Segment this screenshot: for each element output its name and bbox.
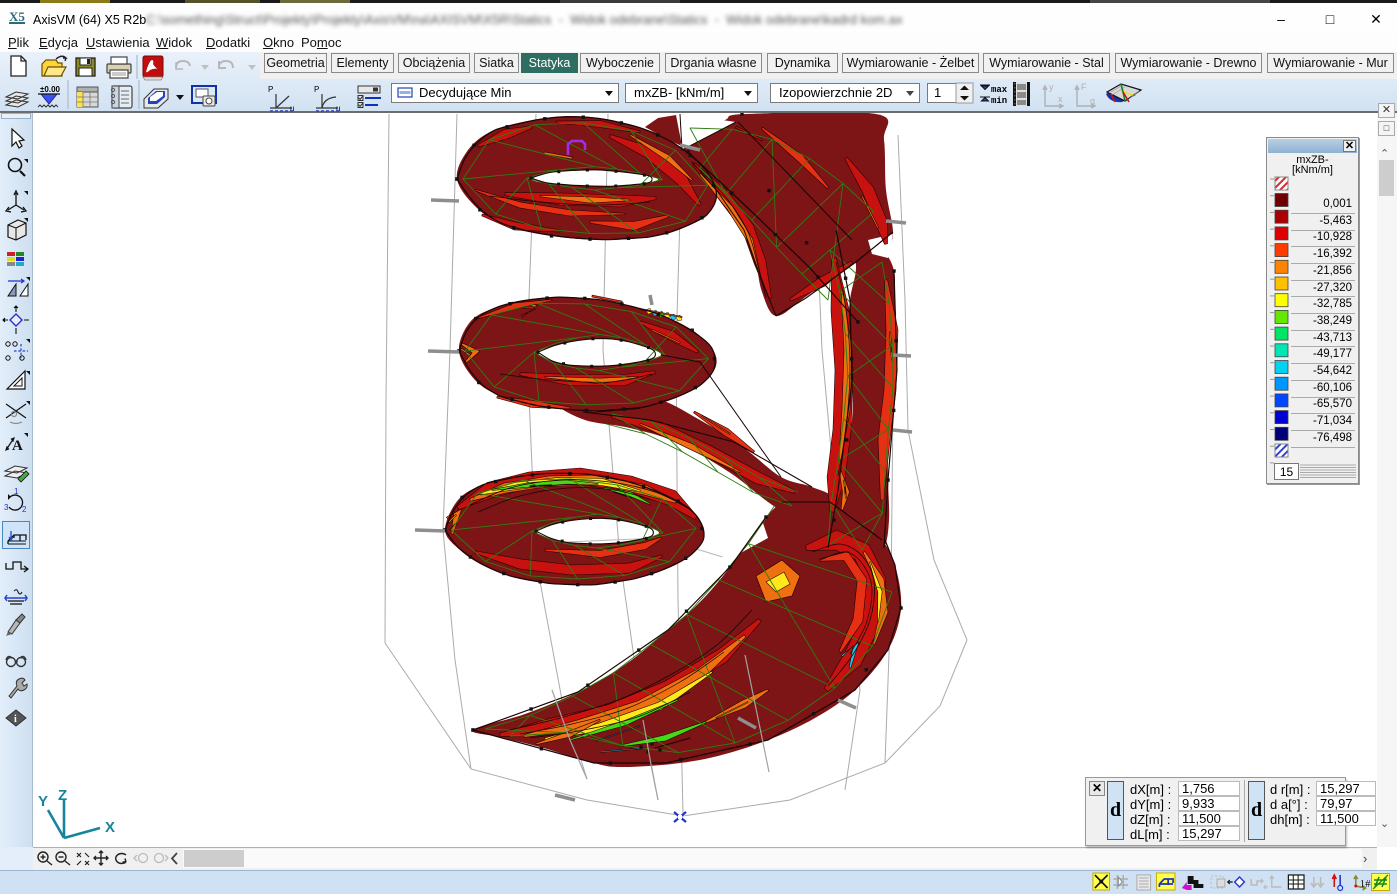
svg-text:±0.00: ±0.00: [40, 85, 61, 94]
svg-text:Y: Y: [38, 793, 48, 810]
svg-text:y: y: [1049, 82, 1054, 92]
svg-text:1: 1: [14, 487, 19, 496]
svg-text:max: max: [991, 85, 1008, 95]
svg-text:P: P: [268, 85, 273, 94]
svg-text:3: 3: [4, 503, 9, 512]
svg-text:q: q: [1090, 96, 1095, 106]
svg-text:2: 2: [22, 505, 27, 514]
svg-text:x: x: [1058, 94, 1063, 104]
svg-text:i: i: [14, 714, 17, 725]
svg-text:P: P: [314, 85, 319, 94]
svg-text:X5: X5: [9, 9, 25, 24]
svg-text:Z: Z: [58, 788, 67, 804]
svg-text:X: X: [105, 819, 115, 836]
svg-text:F: F: [1081, 82, 1087, 92]
svg-text:min: min: [991, 96, 1007, 106]
